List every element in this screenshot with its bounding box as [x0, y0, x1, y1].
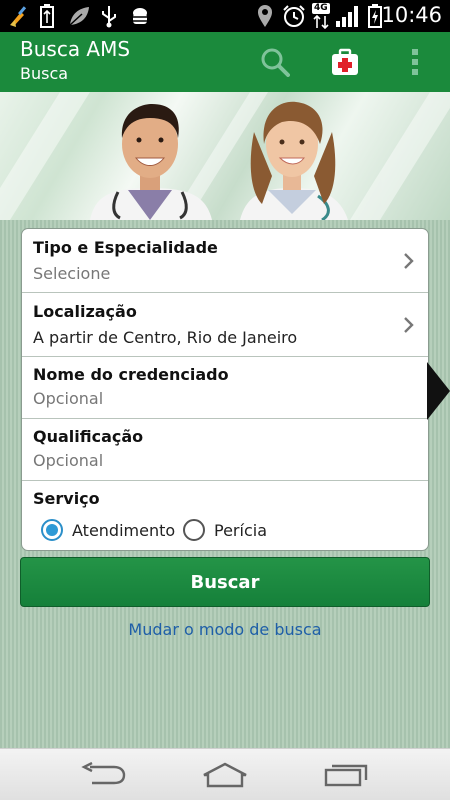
radio-atendimento-label: Atendimento — [72, 520, 176, 540]
recent-apps-icon[interactable] — [316, 757, 376, 793]
home-icon[interactable] — [195, 757, 255, 793]
chevron-right-icon — [404, 317, 414, 333]
radio-pericia-label: Perícia — [214, 520, 267, 540]
row-location-value: A partir de Centro, Rio de Janeiro — [33, 328, 298, 347]
row-provider-name-label: Nome do credenciado — [33, 365, 229, 384]
doctors-illustration — [0, 92, 450, 220]
back-icon[interactable] — [74, 757, 134, 793]
medical-kit-icon[interactable] — [325, 42, 365, 82]
network-type-label: 4G — [312, 3, 330, 14]
chevron-right-icon — [404, 253, 414, 269]
row-provider-name[interactable]: Nome do credenciado Opcional — [22, 357, 428, 419]
search-button[interactable]: Buscar — [20, 557, 430, 607]
row-qualification-label: Qualificação — [33, 427, 144, 446]
row-qualification[interactable]: Qualificação Opcional — [22, 419, 428, 481]
row-specialty-label: Tipo e Especialidade — [33, 238, 218, 257]
app-bar: Busca AMS Busca — [0, 32, 450, 92]
search-form-card: Tipo e Especialidade Selecione Localizaç… — [21, 228, 429, 551]
radio-pericia[interactable]: Perícia — [183, 519, 267, 541]
broom-icon — [6, 4, 32, 28]
signal-icon — [334, 4, 362, 28]
side-drawer-arrow-icon[interactable] — [427, 362, 450, 420]
radio-checked-icon[interactable] — [41, 519, 63, 541]
usb-icon — [98, 4, 120, 28]
overflow-menu-icon[interactable] — [395, 42, 435, 82]
android-debug-icon — [128, 4, 152, 28]
radio-unchecked-icon[interactable] — [183, 519, 205, 541]
navigation-bar — [0, 748, 450, 800]
status-time: 10:46 — [381, 3, 442, 27]
doctors-banner — [0, 92, 450, 220]
leaf-icon — [66, 4, 92, 28]
location-pin-icon — [254, 4, 276, 28]
battery-usb-icon — [36, 4, 58, 28]
radio-atendimento[interactable]: Atendimento — [41, 519, 175, 541]
search-icon[interactable] — [255, 42, 295, 82]
alarm-icon — [281, 4, 307, 28]
main-content: Tipo e Especialidade Selecione Localizaç… — [0, 220, 450, 748]
app-title: Busca AMS — [20, 37, 131, 61]
status-bar: 4G 10:46 — [0, 0, 450, 32]
service-label: Serviço — [33, 489, 100, 508]
change-mode-link[interactable]: Mudar o modo de busca — [0, 620, 450, 639]
row-qualification-value[interactable]: Opcional — [33, 451, 103, 470]
row-location[interactable]: Localização A partir de Centro, Rio de J… — [22, 293, 428, 357]
row-location-label: Localização — [33, 302, 137, 321]
data-arrows-icon — [312, 14, 330, 30]
app-subtitle: Busca — [20, 64, 69, 83]
row-specialty-value: Selecione — [33, 264, 111, 283]
row-specialty[interactable]: Tipo e Especialidade Selecione — [22, 229, 428, 293]
row-provider-name-value[interactable]: Opcional — [33, 389, 103, 408]
